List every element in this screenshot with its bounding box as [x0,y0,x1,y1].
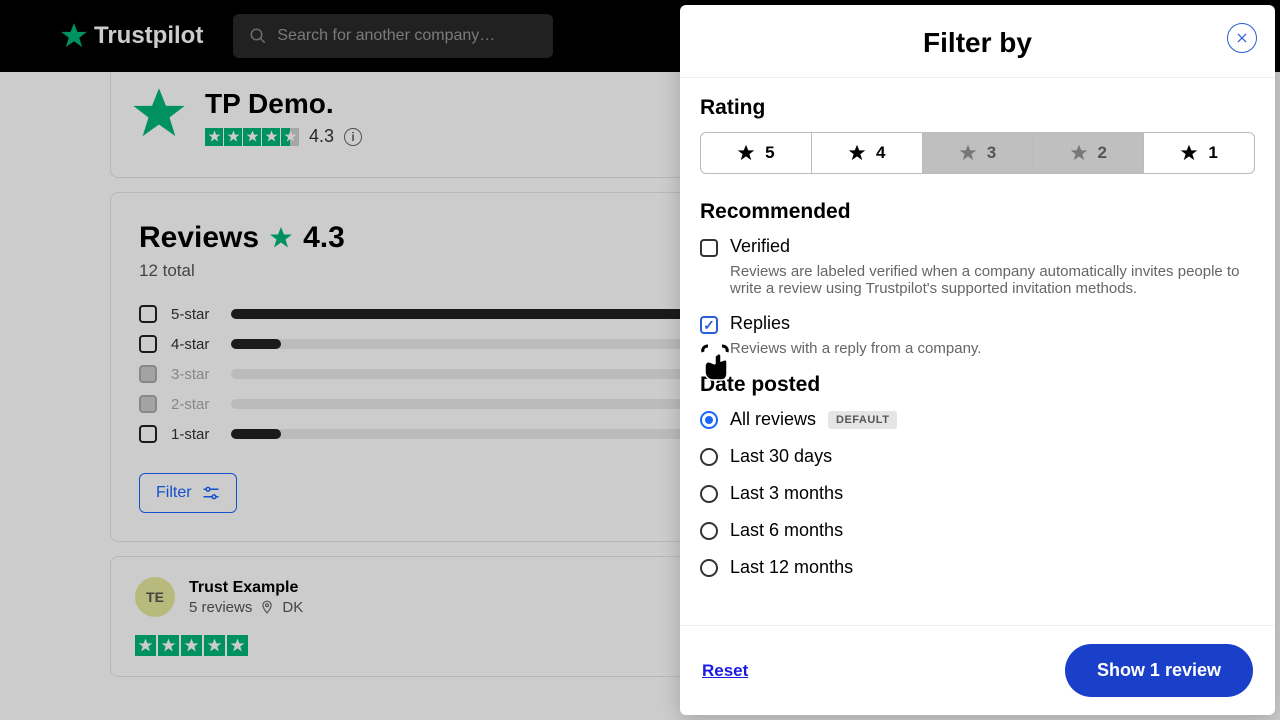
radio-label: Last 6 months [730,520,843,541]
rating-section-title: Rating [700,96,1255,120]
verified-checkbox[interactable] [700,239,718,257]
replies-label: Replies [730,313,790,334]
rating-option-5[interactable]: 5 [701,133,812,173]
recommended-section-title: Recommended [700,200,1255,224]
radio-label: Last 3 months [730,483,843,504]
close-button[interactable] [1227,23,1257,53]
default-badge: DEFAULT [828,411,897,429]
radio-label: Last 12 months [730,557,853,578]
radio[interactable] [700,559,718,577]
filter-panel: Filter by Rating 54321 Recommended Verif… [680,5,1275,715]
radio[interactable] [700,411,718,429]
date-options: All reviews DEFAULT Last 30 days Last 3 mon… [700,409,1255,578]
radio[interactable] [700,448,718,466]
radio-label: Last 30 days [730,446,832,467]
date-section-title: Date posted [700,373,1255,397]
rating-option-3[interactable]: 3 [923,133,1034,173]
show-results-button[interactable]: Show 1 review [1065,644,1253,697]
reset-link[interactable]: Reset [702,661,748,681]
verified-desc: Reviews are labeled verified when a comp… [730,263,1255,297]
date-option[interactable]: All reviews DEFAULT [700,409,1255,430]
rating-option-1[interactable]: 1 [1144,133,1254,173]
close-icon [1235,31,1249,45]
replies-desc: Reviews with a reply from a company. [730,340,1255,357]
radio-label: All reviews [730,409,816,430]
date-option[interactable]: Last 6 months [700,520,1255,541]
date-option[interactable]: Last 3 months [700,483,1255,504]
panel-title: Filter by [923,27,1032,59]
date-option[interactable]: Last 12 months [700,557,1255,578]
date-option[interactable]: Last 30 days [700,446,1255,467]
rating-option-4[interactable]: 4 [812,133,923,173]
verified-label: Verified [730,236,790,257]
radio[interactable] [700,485,718,503]
rating-option-2[interactable]: 2 [1033,133,1144,173]
radio[interactable] [700,522,718,540]
rating-filter: 54321 [700,132,1255,174]
replies-checkbox[interactable] [700,316,718,334]
